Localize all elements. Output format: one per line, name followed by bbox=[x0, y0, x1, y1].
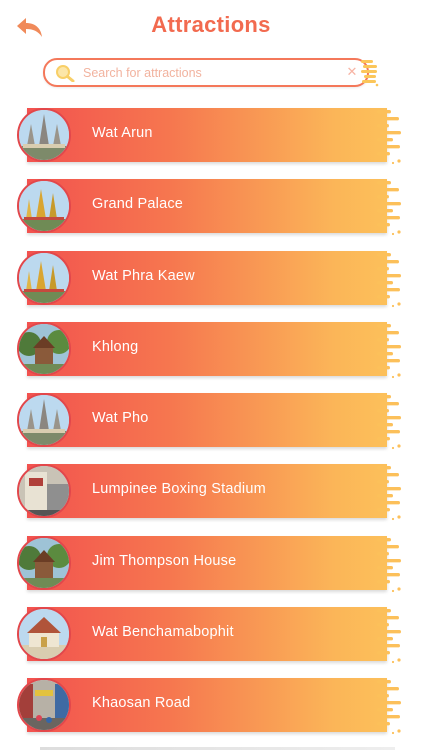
attraction-thumbnail bbox=[17, 606, 71, 661]
row-background bbox=[27, 393, 387, 447]
drip-decoration bbox=[377, 680, 401, 735]
attraction-row[interactable]: Wat Pho bbox=[17, 393, 401, 450]
attraction-thumbnail bbox=[17, 535, 71, 590]
row-background bbox=[27, 108, 387, 162]
drip-decoration bbox=[377, 181, 401, 236]
attraction-row[interactable]: Khaosan Road bbox=[17, 678, 401, 735]
attraction-name: Khaosan Road bbox=[92, 695, 191, 711]
row-background bbox=[27, 321, 387, 376]
attraction-name: Jim Thompson House bbox=[92, 552, 237, 569]
attraction-name: Wat Phra Kaew bbox=[92, 267, 195, 284]
attraction-row[interactable]: Wat Arun bbox=[17, 108, 401, 165]
attraction-name: Wat Arun bbox=[92, 125, 153, 141]
attraction-row[interactable]: Khlong bbox=[17, 321, 401, 378]
attraction-row[interactable]: Wat Phra Kaew bbox=[17, 250, 401, 307]
drip-decoration bbox=[377, 537, 401, 592]
attraction-row[interactable]: Wat Benchamabophit bbox=[17, 606, 401, 663]
attractions-list: Wat Arun Grand Palace Wat Phra Kaew Khlong W… bbox=[0, 0, 422, 750]
attraction-thumbnail bbox=[17, 393, 71, 447]
row-background bbox=[27, 678, 387, 732]
attraction-name: Wat Pho bbox=[92, 410, 149, 426]
attraction-thumbnail bbox=[17, 464, 71, 519]
drip-decoration bbox=[377, 395, 401, 450]
attraction-name: Khlong bbox=[92, 338, 139, 355]
attraction-row[interactable]: Lumpinee Boxing Stadium bbox=[17, 464, 401, 521]
drip-decoration bbox=[377, 252, 401, 307]
attraction-name: Grand Palace bbox=[92, 196, 184, 213]
attraction-name: Wat Benchamabophit bbox=[92, 623, 234, 640]
attraction-thumbnail bbox=[17, 321, 71, 376]
attraction-thumbnail bbox=[17, 250, 71, 305]
row-background bbox=[27, 250, 387, 305]
attraction-thumbnail bbox=[17, 179, 71, 234]
drip-decoration bbox=[377, 608, 401, 663]
drip-decoration bbox=[377, 110, 401, 165]
drip-decoration bbox=[377, 323, 401, 378]
drip-decoration bbox=[377, 466, 401, 521]
attraction-thumbnail bbox=[17, 108, 71, 162]
attraction-thumbnail bbox=[17, 678, 71, 732]
attraction-name: Lumpinee Boxing Stadium bbox=[92, 481, 266, 498]
row-background bbox=[27, 179, 387, 234]
attraction-row[interactable]: Grand Palace bbox=[17, 179, 401, 236]
attraction-row[interactable]: Jim Thompson House bbox=[17, 535, 401, 592]
